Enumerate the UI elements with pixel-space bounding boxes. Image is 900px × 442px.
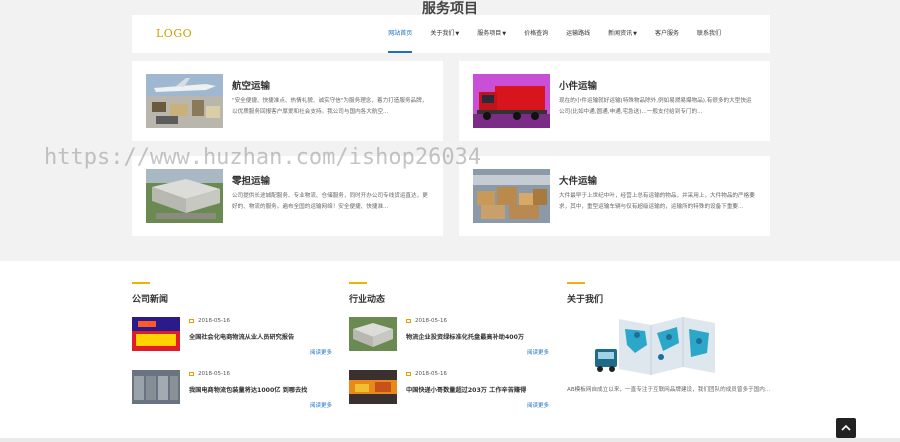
news-title[interactable]: 中国快递小哥数量超过203万 工作辛苦赚得 (406, 385, 526, 394)
nav-services[interactable]: 服务项目▼ (468, 15, 515, 53)
news-date: 2018-05-16 (189, 371, 230, 377)
about-heading[interactable]: 关于我们 (567, 292, 603, 305)
nav-news[interactable]: 新闻资讯▼ (599, 15, 646, 53)
nav-about[interactable]: 关于我们▼ (421, 15, 468, 53)
news-date: 2018-05-16 (406, 371, 447, 377)
site-logo[interactable]: LOGO (156, 27, 192, 40)
footer-strip (0, 438, 900, 442)
top-navbar: LOGO 网站首页 关于我们▼ 服务项目▼ 价格查询 运输路线 新闻资讯▼ 客户… (132, 15, 770, 53)
news-thumbnail[interactable] (132, 370, 180, 404)
nav-routes[interactable]: 运输路线 (557, 15, 599, 53)
news-date: 2018-05-16 (406, 318, 447, 324)
logistics-map-illustration (591, 313, 741, 381)
nav-price[interactable]: 价格查询 (515, 15, 557, 53)
nav-customer-service[interactable]: 客户服务 (646, 15, 688, 53)
news-date: 2018-05-16 (189, 318, 230, 324)
service-title[interactable]: 航空运输 (232, 78, 270, 92)
news-title[interactable]: 全国社会化电商物流从业人员研究报告 (189, 332, 294, 341)
caret-down-icon: ▼ (455, 31, 460, 37)
news-thumbnail[interactable] (349, 370, 397, 404)
industry-news-heading[interactable]: 行业动态 (349, 292, 385, 305)
service-desc: "安全便捷、快捷准点、热情礼貌、诚实守信"为服务理念，着力打造服务品牌，以优质服… (232, 98, 428, 115)
nav-contact[interactable]: 联系我们 (688, 15, 730, 53)
small-parcel-image[interactable] (473, 74, 550, 128)
news-item[interactable]: 2018-05-16 中国快递小哥数量超过203万 工作辛苦赚得 阅读更多 (349, 370, 549, 410)
service-desc: 大件最早于上世纪中叶，经营上总有运输的物品，并采用上，大件物品的严格要求，其中，… (559, 193, 755, 210)
ltl-transport-image[interactable] (146, 169, 223, 223)
chevron-up-icon (841, 424, 851, 431)
caret-down-icon: ▼ (502, 31, 507, 37)
read-more-link[interactable]: 阅读更多 (527, 348, 549, 356)
service-card-small[interactable]: 小件运输 现在的小件运输就好运输(特殊物品除外,例如易燃易爆物品),有很多的大型… (459, 61, 770, 141)
news-section: 公司新闻 2018-05-16 全国社会化电商物流从业人员研究报告 阅读更多 2… (0, 261, 900, 442)
company-news-heading[interactable]: 公司新闻 (132, 292, 168, 305)
news-item[interactable]: 2018-05-16 物流企业投资绿标准化托盘最高补助400万 阅读更多 (349, 317, 549, 357)
heading-accent (567, 282, 585, 284)
about-text: AB模板网自成立以来，一直专注于互联网品牌建设，我们团队的成员曾多于国内... (567, 387, 771, 393)
news-title[interactable]: 物流企业投资绿标准化托盘最高补助400万 (406, 332, 524, 341)
large-cargo-image[interactable] (473, 169, 550, 223)
watermark-text: https://www.huzhan.com/ishop26034 (44, 145, 482, 170)
service-card-large[interactable]: 大件运输 大件最早于上世纪中叶，经营上总有运输的物品，并采用上，大件物品的严格要… (459, 156, 770, 236)
heading-accent (132, 282, 150, 284)
read-more-link[interactable]: 阅读更多 (310, 348, 332, 356)
air-transport-image[interactable] (146, 74, 223, 128)
service-title[interactable]: 大件运输 (559, 173, 597, 187)
service-desc: 公司提供长途城配服务、专业物流、仓储服务，同时开办公司专线货运直达，更好的、物流… (232, 193, 428, 210)
main-nav: 网站首页 关于我们▼ 服务项目▼ 价格查询 运输路线 新闻资讯▼ 客户服务 联系… (379, 15, 730, 53)
news-thumbnail[interactable] (132, 317, 180, 351)
caret-down-icon: ▼ (633, 31, 637, 37)
news-item[interactable]: 2018-05-16 我国电商物流包装量将达1000亿 到哪去找 阅读更多 (132, 370, 332, 410)
service-title[interactable]: 零担运输 (232, 173, 270, 187)
news-title[interactable]: 我国电商物流包装量将达1000亿 到哪去找 (189, 385, 307, 394)
service-desc: 现在的小件运输就好运输(特殊物品除外,例如易燃易爆物品),有很多的大型快运公司(… (559, 98, 752, 115)
nav-home[interactable]: 网站首页 (379, 15, 421, 53)
news-item[interactable]: 2018-05-16 全国社会化电商物流从业人员研究报告 阅读更多 (132, 317, 332, 357)
news-thumbnail[interactable] (349, 317, 397, 351)
heading-accent (349, 282, 367, 284)
service-card-air[interactable]: 航空运输 "安全便捷、快捷准点、热情礼貌、诚实守信"为服务理念，着力打造服务品牌… (132, 61, 443, 141)
read-more-link[interactable]: 阅读更多 (527, 401, 549, 409)
read-more-link[interactable]: 阅读更多 (310, 401, 332, 409)
back-to-top-button[interactable] (836, 418, 856, 438)
service-title[interactable]: 小件运输 (559, 78, 597, 92)
